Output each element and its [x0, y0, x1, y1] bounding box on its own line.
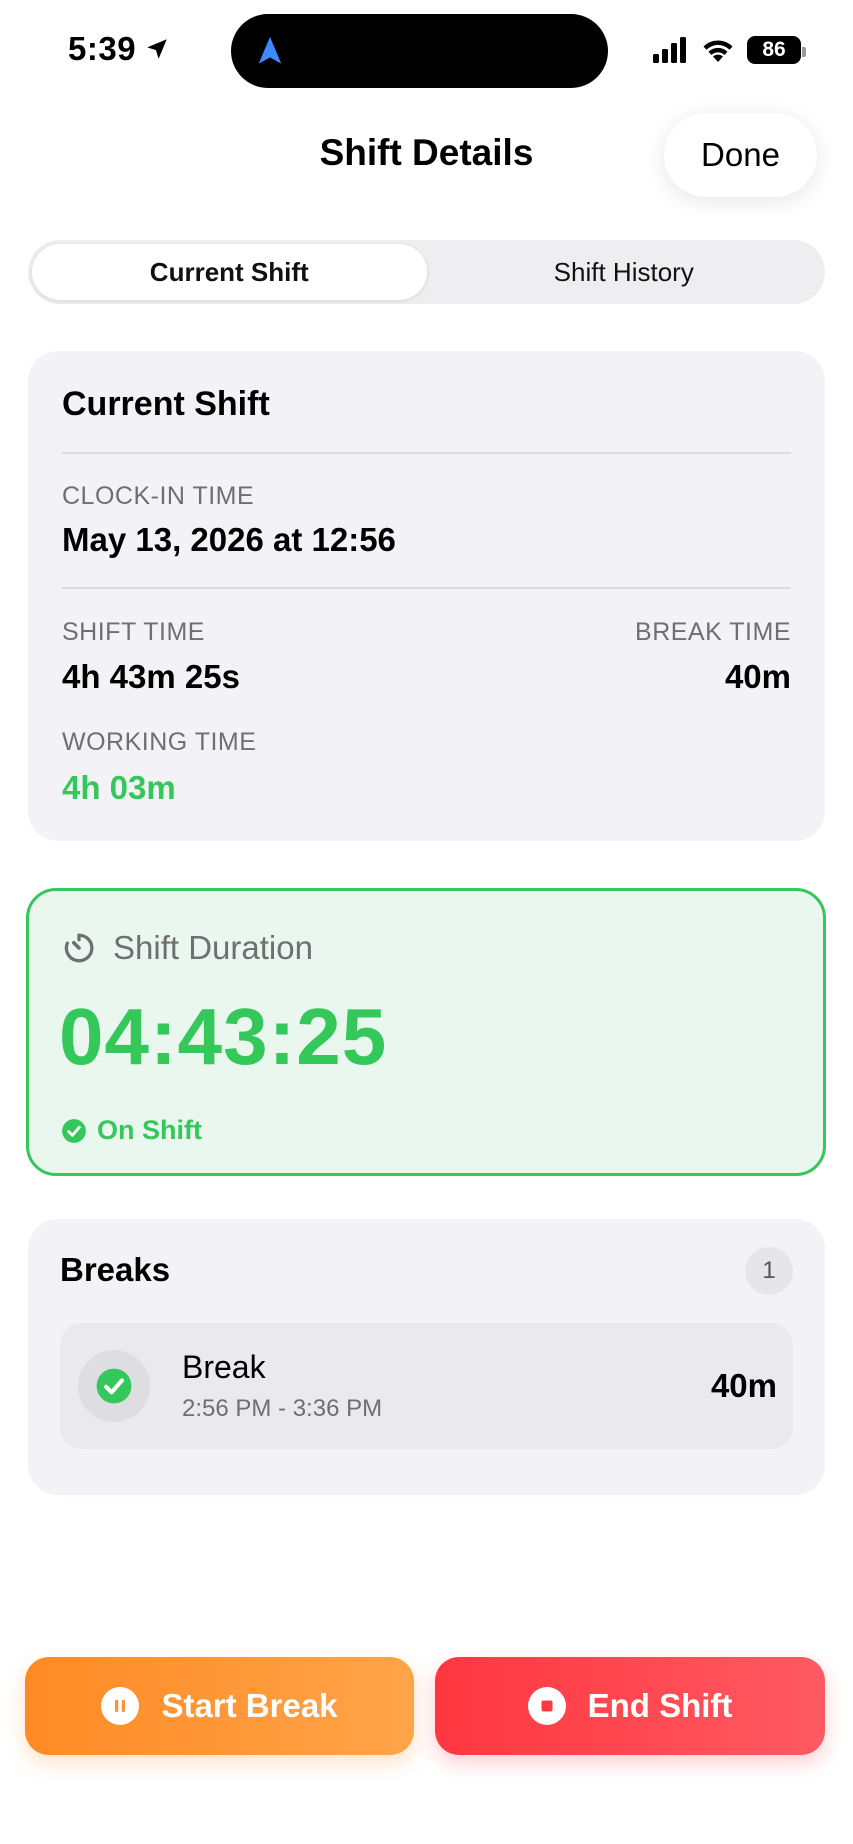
battery-level: 86	[762, 38, 786, 61]
break-icon-container	[78, 1350, 150, 1422]
clock-in-label: CLOCK-IN TIME	[62, 482, 255, 510]
shift-duration-card: Shift Duration 04:43:25 On Shift	[26, 888, 826, 1176]
status-text: On Shift	[97, 1115, 202, 1145]
divider	[62, 452, 791, 454]
duration-header: Shift Duration	[61, 929, 313, 967]
tab-shift-history[interactable]: Shift History	[427, 244, 822, 300]
segmented-control: Current Shift Shift History	[28, 240, 825, 304]
tab-current-shift[interactable]: Current Shift	[32, 244, 427, 300]
working-time-value: 4h 03m	[62, 769, 176, 806]
location-arrow-icon	[147, 39, 167, 59]
card-title: Current Shift	[62, 385, 270, 423]
breaks-title: Breaks	[60, 1251, 171, 1288]
status-bar-time: 5:39	[68, 30, 170, 68]
checkmark-circle-icon	[96, 1368, 132, 1404]
end-shift-button[interactable]: End Shift	[435, 1657, 825, 1755]
timer-icon	[64, 933, 94, 963]
stop-icon	[527, 1687, 566, 1725]
start-break-button[interactable]: Start Break	[25, 1657, 414, 1755]
duration-value: 04:43:25	[59, 992, 388, 1081]
break-duration: 40m	[710, 1367, 777, 1404]
status-time-text: 5:39	[68, 30, 137, 67]
battery-icon: 86	[747, 36, 806, 64]
cellular-signal-icon	[653, 37, 686, 63]
duration-label: Shift Duration	[113, 929, 313, 966]
shift-details-screen: 5:39 86 Shift Details Done Current Shift	[0, 0, 853, 1844]
done-button[interactable]: Done	[664, 113, 817, 197]
breaks-count-badge: 1	[745, 1247, 793, 1295]
checkmark-circle-icon	[62, 1118, 86, 1143]
status-badge: On Shift	[61, 1115, 202, 1146]
status-bar-right: 86	[653, 34, 806, 66]
navigation-icon	[258, 36, 282, 64]
break-time-value: 40m	[724, 658, 791, 695]
dynamic-island	[231, 14, 608, 88]
breaks-card: Breaks 1 Break 2:56 PM - 3:36 PM 40m	[28, 1219, 825, 1495]
end-shift-label: End Shift	[587, 1687, 733, 1724]
shift-time-label: SHIFT TIME	[62, 618, 205, 646]
break-list-item[interactable]: Break 2:56 PM - 3:36 PM 40m	[60, 1323, 793, 1449]
wifi-icon	[703, 40, 733, 62]
break-name: Break	[182, 1349, 266, 1385]
shift-time-value: 4h 43m 25s	[62, 658, 240, 695]
clock-in-value: May 13, 2026 at 12:56	[62, 521, 396, 558]
break-time-range: 2:56 PM - 3:36 PM	[182, 1395, 383, 1422]
working-time-label: WORKING TIME	[62, 728, 257, 756]
break-time-label: BREAK TIME	[635, 618, 791, 646]
current-shift-card: Current Shift CLOCK-IN TIME May 13, 2026…	[28, 351, 825, 841]
pause-icon	[101, 1687, 140, 1725]
start-break-label: Start Break	[161, 1687, 338, 1724]
divider	[62, 587, 791, 589]
